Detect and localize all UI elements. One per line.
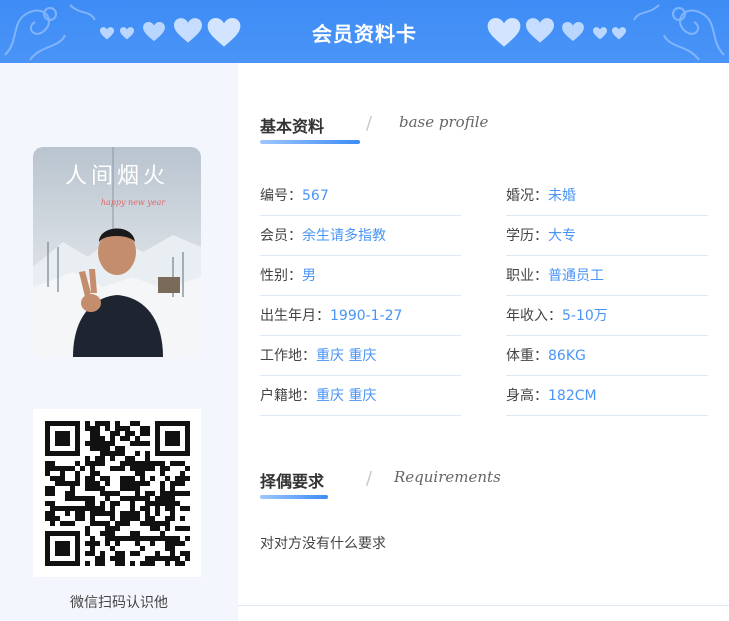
info-label: 会员：: [260, 228, 302, 244]
info-row: 工作地：重庆 重庆: [260, 336, 461, 376]
info-label: 工作地：: [260, 348, 316, 364]
info-label: 体重：: [506, 348, 548, 364]
info-value: 重庆 重庆: [316, 348, 377, 364]
info-value: 重庆 重庆: [316, 388, 377, 404]
profile-main: 基本资料 / base profile 编号：567 会员：余生请多指教 性别：男出…: [238, 63, 729, 621]
info-row: 会员：余生请多指教: [260, 216, 461, 256]
basic-section-subtitle: base profile: [399, 113, 489, 131]
info-row: 身高：182CM: [506, 376, 708, 416]
requirements-section-title: 择偶要求: [260, 472, 325, 491]
info-row: 出生年月：1990-1-27: [260, 296, 461, 336]
requirements-section-header: 择偶要求 / Requirements: [260, 468, 520, 508]
requirements-text: 对对方没有什么要求: [260, 536, 386, 552]
info-row: 户籍地：重庆 重庆: [260, 376, 461, 416]
info-value: 86KG: [548, 348, 586, 364]
photo-title-text: 人间烟火: [65, 164, 169, 189]
info-value: 普通员工: [548, 268, 604, 284]
info-row: 性别：男: [260, 256, 461, 296]
slash-divider: /: [366, 468, 373, 489]
basic-section-title: 基本资料: [260, 117, 325, 136]
section-underline: [260, 495, 328, 499]
info-row: 婚况：未婚: [506, 176, 708, 216]
page-title: 会员资料卡: [312, 22, 417, 46]
info-value: 余生请多指教: [302, 228, 386, 244]
section-underline: [260, 140, 360, 144]
wechat-qr-code[interactable]: [33, 409, 201, 577]
info-label: 婚况：: [506, 188, 548, 204]
info-row: 编号：567: [260, 176, 461, 216]
info-row: 年收入：5-10万: [506, 296, 708, 336]
info-label: 编号：: [260, 188, 302, 204]
info-value: 182CM: [548, 388, 597, 404]
info-value: 大专: [548, 228, 576, 244]
info-row: 职业：普通员工: [506, 256, 708, 296]
info-label: 出生年月：: [260, 308, 330, 324]
info-value: 1990-1-27: [330, 308, 403, 324]
info-label: 户籍地：: [260, 388, 316, 404]
requirements-section-subtitle: Requirements: [394, 468, 501, 486]
qr-caption: 微信扫码认识他: [70, 595, 168, 611]
info-label: 职业：: [506, 268, 548, 284]
info-row: 体重：86KG: [506, 336, 708, 376]
profile-sidebar: 人间烟火 happy new year 微信扫码认识他: [0, 63, 238, 621]
info-value: 5-10万: [562, 308, 608, 324]
header-bar: 会员资料卡: [0, 0, 729, 63]
slash-divider: /: [366, 113, 373, 134]
photo-script-text: happy new year: [101, 198, 167, 207]
divider: [238, 605, 729, 606]
member-photo-image: 人间烟火 happy new year: [33, 147, 201, 357]
member-photo[interactable]: 人间烟火 happy new year: [33, 147, 201, 357]
info-value: 男: [302, 268, 316, 284]
info-row: 学历：大专: [506, 216, 708, 256]
info-label: 性别：: [260, 268, 302, 284]
info-label: 年收入：: [506, 308, 562, 324]
basic-section-header: 基本资料 / base profile: [260, 113, 520, 153]
info-value: 未婚: [548, 188, 576, 204]
info-label: 学历：: [506, 228, 548, 244]
qr-code-image: [45, 421, 190, 566]
info-value: 567: [302, 188, 329, 204]
info-label: 身高：: [506, 388, 548, 404]
